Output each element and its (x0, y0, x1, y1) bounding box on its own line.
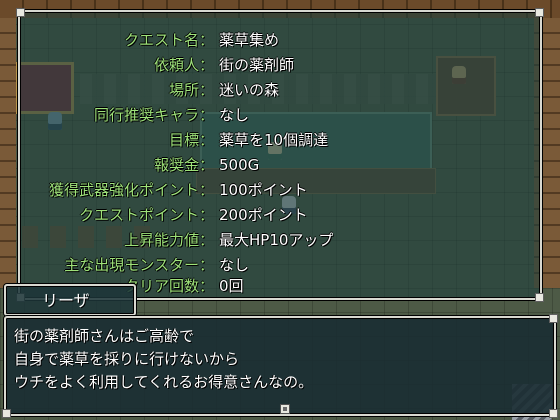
message-advance-icon[interactable] (280, 404, 290, 414)
quest-row-stat-boost: 上昇能力値 最大HP10アップ (20, 228, 540, 253)
dialogue-window[interactable]: 街の薬剤師さんはご高齢で 自身で薬草を採りに行けないから ウチをよく利用してくれ… (2, 314, 558, 418)
window-corner (2, 409, 11, 418)
quest-label: 報奨金 (154, 153, 214, 178)
quest-value: 街の薬剤師 (219, 56, 295, 74)
quest-label: 同行推奨キャラ (94, 103, 214, 128)
dialogue-line: 自身で薬草を採りに行けないから (14, 350, 240, 368)
quest-value: 100ポイント (219, 181, 308, 199)
quest-row-objective: 目標 薬草を10個調達 (20, 128, 540, 153)
quest-label: 獲得武器強化ポイント (49, 178, 214, 203)
quest-value: 最大HP10アップ (219, 231, 334, 249)
map-wall-left (0, 18, 16, 288)
quest-label: クリア回数 (124, 274, 214, 299)
quest-row-companion: 同行推奨キャラ なし (20, 103, 540, 128)
quest-row-reward: 報奨金 500G (20, 153, 540, 178)
dialogue-line: 街の薬剤師さんはご高齢で (14, 327, 195, 345)
quest-row-quest-points: クエストポイント 200ポイント (20, 203, 540, 228)
quest-row-weapon-points: 獲得武器強化ポイント 100ポイント (20, 178, 540, 203)
window-corner (549, 409, 558, 418)
quest-label: 目標 (169, 128, 214, 153)
quest-value: 0回 (219, 277, 244, 295)
speaker-name-box: リーザ (4, 284, 136, 316)
quest-info-window: クエスト名 薬草集め 依頼人 街の薬剤師 場所 迷いの森 同行推奨キャラ なし … (16, 8, 544, 302)
quest-label: 場所 (169, 78, 214, 103)
window-corner (535, 8, 544, 17)
quest-value: 薬草を10個調達 (219, 131, 329, 149)
quest-value: 薬草集め (219, 31, 280, 49)
quest-value: 迷いの森 (219, 81, 280, 99)
quest-label: 依頼人 (154, 53, 214, 78)
quest-value: 500G (219, 156, 260, 174)
quest-row-location: 場所 迷いの森 (20, 78, 540, 103)
quest-label: クエスト名 (124, 28, 214, 53)
quest-row-client: 依頼人 街の薬剤師 (20, 53, 540, 78)
dialogue-line: ウチをよく利用してくれるお得意さんなの。 (14, 373, 314, 391)
quest-label: 上昇能力値 (124, 228, 214, 253)
speaker-name: リーザ (42, 291, 90, 310)
quest-value: なし (219, 106, 250, 124)
quest-value: 200ポイント (219, 206, 308, 224)
window-corner (16, 8, 25, 17)
window-corner (549, 314, 558, 323)
quest-row-name: クエスト名 薬草集め (20, 28, 540, 53)
quest-label: クエストポイント (79, 203, 214, 228)
